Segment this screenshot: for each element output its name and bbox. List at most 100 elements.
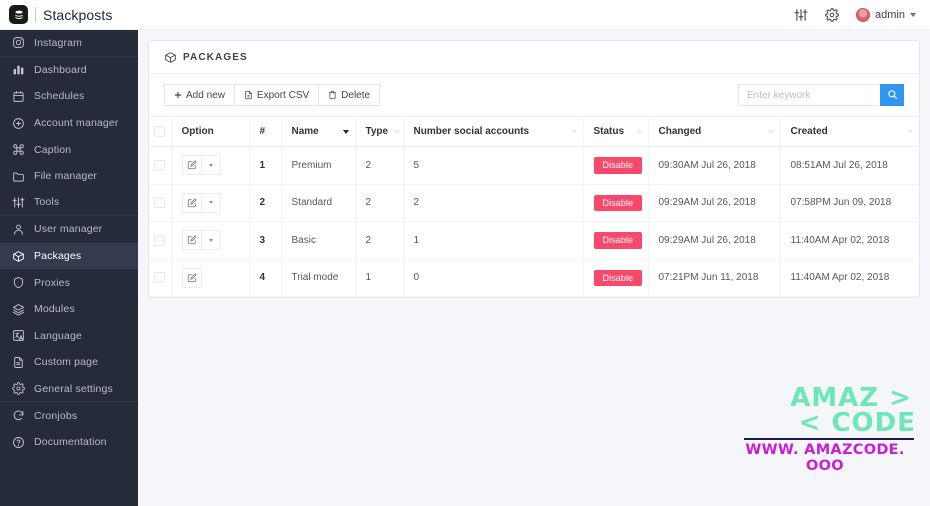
row-created: 11:40AM Apr 02, 2018 [780, 221, 919, 260]
sort-caret-icon[interactable] [767, 129, 774, 134]
row-option-cell [171, 184, 250, 222]
sidebar-item-dashboard[interactable]: Dashboard [0, 57, 138, 84]
row-dropdown-button[interactable] [200, 155, 221, 176]
add-new-button[interactable]: Add new [164, 84, 235, 106]
row-created: 07:58PM Jun 09, 2018 [780, 184, 919, 222]
sort-caret-icon[interactable] [342, 129, 349, 134]
row-created-text: 07:58PM Jun 09, 2018 [790, 197, 892, 209]
sidebar-item-user-manager[interactable]: User manager [0, 216, 138, 243]
row-index-text: 1 [259, 159, 266, 171]
sidebar-item-label: Custom page [34, 356, 99, 369]
row-status-cell: Disable [583, 184, 649, 222]
column-header-: # [249, 116, 282, 147]
row-accounts-text: 2 [413, 197, 420, 209]
row-dropdown-button[interactable] [200, 230, 221, 251]
sidebar-item-label: Cronjobs [34, 409, 78, 422]
main-content: PACKAGES Add new Export CSV Delete Enter… [138, 30, 930, 506]
table-body: 1 Premium 2 5 Disable 09:30AM Jul 26, 2018 08:… [149, 146, 919, 297]
sidebar-item-instagram[interactable]: Instagram [0, 30, 138, 57]
sidebar-item-modules[interactable]: Modules [0, 296, 138, 323]
row-checkbox[interactable] [154, 197, 166, 209]
row-type: 1 [355, 259, 404, 297]
watermark-line-3: WWW. AMAZCODE. OOO [745, 442, 905, 474]
edit-button[interactable] [181, 192, 202, 213]
column-header-changed[interactable]: Changed [648, 116, 781, 147]
row-select-cell [149, 259, 172, 297]
panel-header: PACKAGES [149, 41, 919, 74]
column-header-number-social-accounts[interactable]: Number social accounts [403, 116, 584, 147]
sidebar-item-documentation[interactable]: Documentation [0, 429, 138, 456]
sidebar-item-tools[interactable]: Tools [0, 190, 138, 217]
row-accounts-text: 5 [413, 159, 420, 171]
row-created-text: 11:40AM Apr 02, 2018 [790, 272, 890, 284]
plus-icon [174, 91, 182, 99]
sort-caret-icon[interactable] [394, 129, 401, 134]
row-name: Trial mode [281, 259, 356, 297]
row-dropdown-button[interactable] [200, 192, 221, 213]
row-option-cell [171, 221, 250, 260]
sidebar-item-schedules[interactable]: Schedules [0, 83, 138, 110]
sidebar-item-language[interactable]: Language [0, 323, 138, 350]
row-checkbox[interactable] [154, 159, 166, 171]
row-created: 08:51AM Jul 26, 2018 [780, 146, 919, 185]
brand[interactable]: Stackposts [9, 5, 112, 24]
chevron-down-icon [910, 13, 916, 17]
status-badge[interactable]: Disable [593, 194, 643, 211]
gear-icon[interactable] [825, 7, 839, 22]
status-badge[interactable]: Disable [593, 157, 643, 174]
row-changed-text: 09:29AM Jul 26, 2018 [658, 234, 756, 246]
row-index: 3 [249, 221, 282, 260]
sidebar-item-label: Schedules [34, 90, 85, 103]
sort-caret-icon[interactable] [570, 129, 577, 134]
user-menu[interactable]: admin [856, 7, 916, 22]
edit-pencil-icon [187, 198, 197, 208]
sidebar-item-label: Tools [34, 196, 60, 209]
status-badge[interactable]: Disable [593, 232, 643, 249]
row-index-text: 3 [259, 234, 266, 246]
avatar [856, 7, 871, 22]
watermark-rule [744, 438, 914, 440]
sliders-icon [11, 195, 25, 209]
edit-button[interactable] [181, 155, 202, 176]
sidebar-item-file-manager[interactable]: File manager [0, 163, 138, 190]
row-checkbox[interactable] [154, 234, 166, 246]
sidebar-item-general-settings[interactable]: General settings [0, 376, 138, 403]
brand-name: Stackposts [43, 6, 113, 23]
search-input[interactable] [738, 84, 880, 106]
add-new-label: Add new [186, 89, 225, 101]
shield-icon [11, 276, 25, 290]
status-badge[interactable]: Disable [593, 269, 643, 286]
column-header-status[interactable]: Status [583, 116, 649, 147]
column-header-name[interactable]: Name [281, 116, 356, 147]
sidebar-item-label: User manager [34, 223, 103, 236]
row-name-text: Basic [291, 234, 316, 246]
sort-caret-icon[interactable] [907, 129, 913, 134]
row-changed-text: 09:30AM Jul 26, 2018 [658, 159, 756, 171]
edit-button[interactable] [181, 267, 202, 288]
sidebar-item-label: Instagram [34, 36, 83, 49]
column-header-created[interactable]: Created [780, 116, 919, 147]
table-toolbar: Add new Export CSV Delete Enter keywork [149, 74, 919, 116]
sidebar-item-account-manager[interactable]: Account manager [0, 110, 138, 137]
sidebar-item-proxies[interactable]: Proxies [0, 269, 138, 296]
stacked-layers-icon [9, 5, 28, 24]
select-all-checkbox[interactable] [154, 126, 166, 137]
caret-down-icon [208, 163, 213, 167]
edit-button[interactable] [181, 230, 202, 251]
delete-button[interactable]: Delete [318, 84, 381, 106]
row-name: Basic [281, 221, 356, 260]
row-created: 11:40AM Apr 02, 2018 [780, 259, 919, 297]
row-checkbox[interactable] [154, 272, 166, 284]
sliders-icon[interactable] [794, 8, 808, 22]
sort-caret-icon[interactable] [635, 129, 642, 134]
sidebar-item-packages[interactable]: Packages [0, 242, 138, 270]
sidebar-item-caption[interactable]: Caption [0, 136, 138, 163]
export-csv-button[interactable]: Export CSV [233, 84, 320, 106]
sidebar-item-cronjobs[interactable]: Cronjobs [0, 402, 138, 429]
column-header-label: Name [291, 126, 319, 137]
column-header-type[interactable]: Type [355, 116, 404, 147]
sidebar-item-custom-page[interactable]: Custom page [0, 349, 138, 376]
search-button[interactable] [880, 84, 904, 106]
page-title: PACKAGES [183, 51, 248, 63]
plus-circle-icon [11, 116, 25, 130]
